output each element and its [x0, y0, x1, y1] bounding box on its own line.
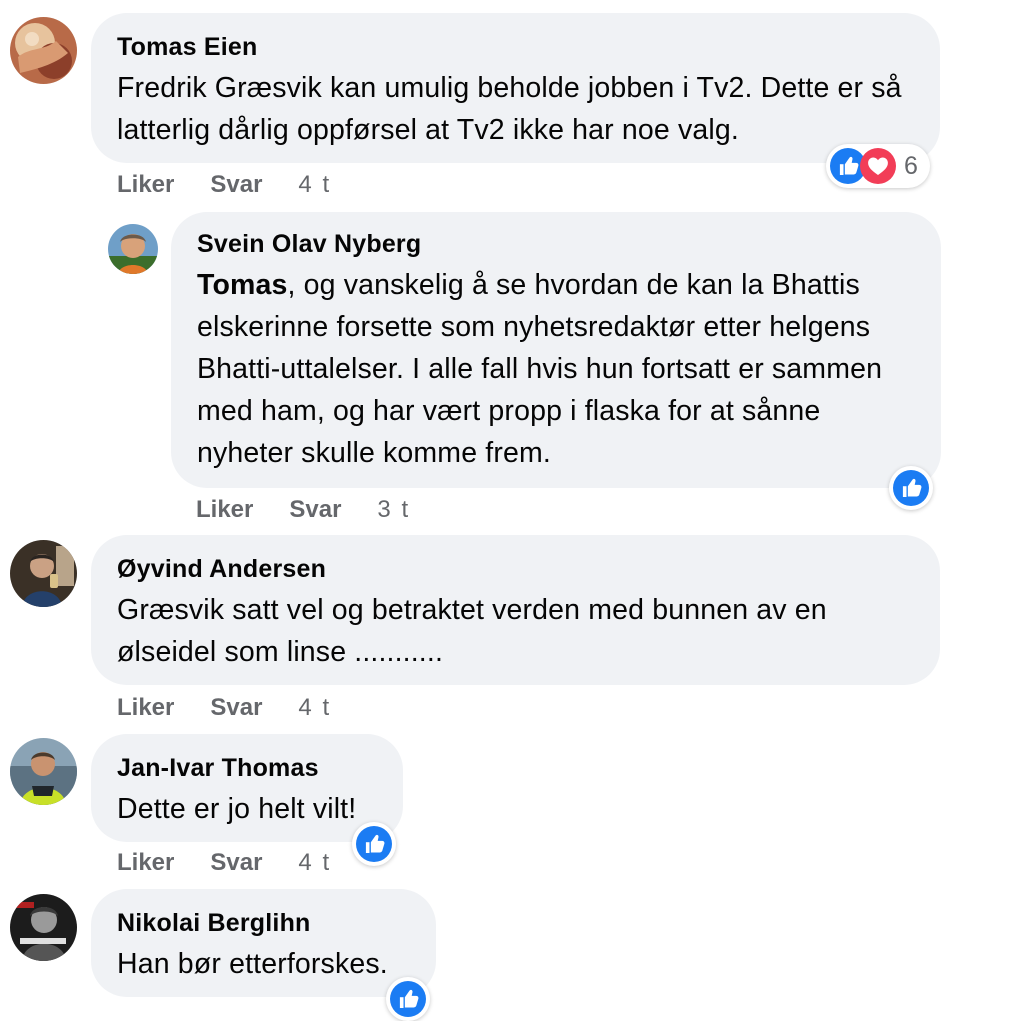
comment-bubble: Svein Olav Nyberg Tomas, og vanskelig å … — [171, 212, 941, 488]
like-icon — [893, 470, 929, 506]
timestamp[interactable]: 4 t — [298, 171, 331, 199]
reaction-summary[interactable] — [352, 822, 396, 866]
reply-button[interactable]: Svar — [210, 694, 262, 722]
avatar[interactable] — [10, 738, 77, 805]
like-button[interactable]: Liker — [117, 694, 174, 722]
comment-author[interactable]: Jan-Ivar Thomas — [117, 752, 377, 784]
reaction-summary[interactable] — [386, 977, 430, 1021]
timestamp[interactable]: 4 t — [298, 849, 331, 877]
love-icon — [860, 148, 896, 184]
comment-text: Græsvik satt vel og betraktet verden med… — [117, 594, 827, 668]
reaction-summary[interactable] — [889, 466, 933, 510]
reaction-count: 6 — [904, 151, 918, 180]
comment-bubble: Tomas Eien Fredrik Græsvik kan umulig be… — [91, 13, 940, 163]
avatar[interactable] — [10, 17, 77, 84]
comment-text-body: , og vanskelig å se hvordan de kan la Bh… — [197, 269, 883, 469]
timestamp[interactable]: 3 t — [377, 496, 410, 524]
comment-text: Fredrik Græsvik kan umulig beholde jobbe… — [117, 72, 902, 146]
comment-author[interactable]: Svein Olav Nyberg — [197, 228, 915, 260]
comment-actions: Liker Svar 3 t — [196, 493, 410, 527]
comment-text: Dette er jo helt vilt! — [117, 793, 357, 825]
reply-button[interactable]: Svar — [210, 171, 262, 199]
comment-author[interactable]: Nikolai Berglihn — [117, 907, 410, 939]
comment-actions: Liker Svar 4 t — [117, 846, 331, 880]
comment-actions: Liker Svar 4 t — [117, 168, 331, 202]
timestamp[interactable]: 4 t — [298, 694, 331, 722]
reply-button[interactable]: Svar — [289, 496, 341, 524]
comment-bubble: Øyvind Andersen Græsvik satt vel og betr… — [91, 535, 940, 685]
comment-actions: Liker Svar 4 t — [117, 691, 331, 725]
like-button[interactable]: Liker — [196, 496, 253, 524]
like-icon — [390, 981, 426, 1017]
mention-link[interactable]: Tomas — [197, 269, 288, 301]
avatar[interactable] — [10, 540, 77, 607]
comment-text: Han bør etterforskes. — [117, 948, 388, 980]
reply-button[interactable]: Svar — [210, 849, 262, 877]
comment-author[interactable]: Øyvind Andersen — [117, 553, 914, 585]
avatar[interactable] — [10, 894, 77, 961]
like-button[interactable]: Liker — [117, 849, 174, 877]
comment-text: Tomas, og vanskelig å se hvordan de kan … — [197, 264, 917, 474]
avatar[interactable] — [108, 224, 158, 274]
comment-author[interactable]: Tomas Eien — [117, 31, 914, 63]
comment-bubble: Nikolai Berglihn Han bør etterforskes. — [91, 889, 436, 997]
like-button[interactable]: Liker — [117, 171, 174, 199]
reaction-summary[interactable]: 6 — [826, 144, 930, 188]
like-icon — [356, 826, 392, 862]
